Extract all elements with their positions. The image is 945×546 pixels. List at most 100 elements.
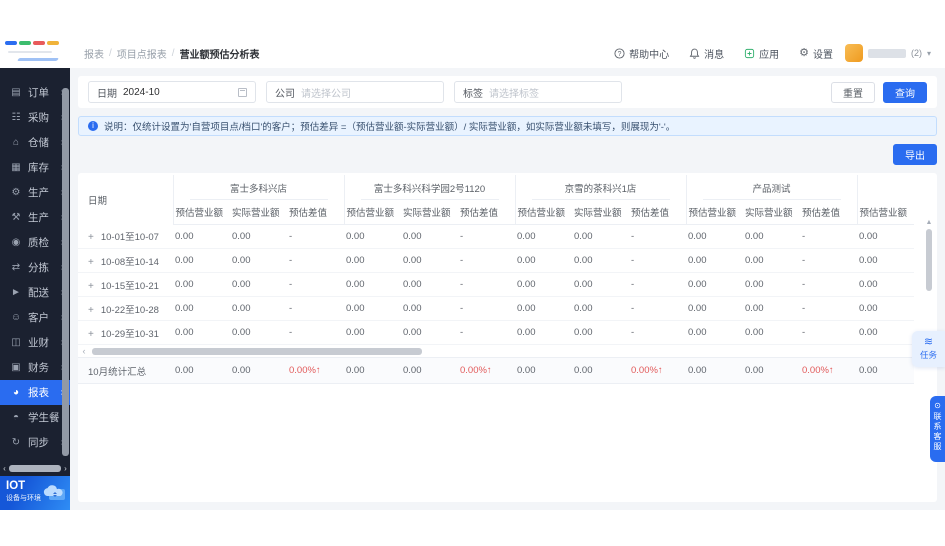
sidebar-item-procurement[interactable]: ☷采购› <box>0 105 70 130</box>
summary-cell: 0.00%↑ <box>800 357 857 384</box>
scrollbar-thumb[interactable] <box>92 347 422 355</box>
table-cell: - <box>629 248 686 273</box>
sidebar-item-label: 配送 <box>28 287 49 299</box>
company-select[interactable]: 公司 请选择公司 <box>266 81 444 103</box>
table-cell: 0.00 <box>515 320 572 345</box>
production2-icon: ⚒ <box>11 212 21 223</box>
sidebar-item-sync[interactable]: ↻同步› <box>0 430 70 455</box>
sidebar-item-inventory[interactable]: ▦库存› <box>0 155 70 180</box>
date-picker[interactable]: 日期 2024-10 <box>88 81 256 103</box>
procurement-icon: ☷ <box>11 112 21 123</box>
table-cell: 0.00 <box>401 296 458 321</box>
breadcrumb-item[interactable]: 报表 <box>84 46 104 61</box>
scrollbar-thumb[interactable] <box>926 229 932 291</box>
sidebar-item-production-1[interactable]: ⚙生产› <box>0 180 70 205</box>
table-cell: - <box>287 248 344 273</box>
sidebar-menu: ▤订单›☷采购›⌂仓储›▦库存›⚙生产›⚒生产›◉质检›⇄分拣›►配送›☺客户›… <box>0 68 70 455</box>
scroll-right-icon[interactable]: › <box>62 464 69 473</box>
apps-button[interactable]: 应用 <box>744 46 779 61</box>
breadcrumb-item[interactable]: 项目点报表 <box>117 46 167 61</box>
column-subheader: 实际营业额 <box>743 200 800 225</box>
tasks-floating-button[interactable]: ≋ 任务 <box>912 331 945 367</box>
messages-label: 消息 <box>704 49 725 61</box>
customer-service-floating-button[interactable]: ⊙ 联系客服 <box>930 396 945 462</box>
sidebar-item-warehouse[interactable]: ⌂仓储› <box>0 130 70 155</box>
row-date-cell: +10-01至10-07 <box>78 224 173 249</box>
sorting-icon: ⇄ <box>11 262 21 273</box>
settings-label: 设置 <box>812 49 833 61</box>
table-cell: 0.00 <box>857 248 914 273</box>
table-cell: - <box>287 272 344 297</box>
table-cell: - <box>800 248 857 273</box>
table-cell: 0.00 <box>230 320 287 345</box>
scroll-up-icon[interactable]: ▲ <box>926 219 933 227</box>
sidebar-item-quality[interactable]: ◉质检› <box>0 230 70 255</box>
expand-row-icon[interactable]: + <box>88 281 94 292</box>
user-name-redacted <box>867 48 906 58</box>
info-icon: i <box>88 121 98 131</box>
table-vertical-scrollbar[interactable]: ▲ ▼ <box>924 219 934 343</box>
table-card: 日期 富士多科兴店 富士多科兴科学园2号1120 京雪的茶科兴1店 产品测试 预估营业额实… <box>78 173 937 502</box>
sidebar-horizontal-scrollbar[interactable]: ‹ › <box>1 464 69 473</box>
expand-row-icon[interactable]: + <box>88 257 94 268</box>
table-cell: 0.00 <box>743 320 800 345</box>
table-row: +10-01至10-07 0.00 0.00-0.00 0.00-0.00 0.00-0… <box>78 224 914 249</box>
sidebar-item-reports[interactable]: ◕报表› <box>0 380 70 405</box>
date-label: 日期 <box>97 88 117 100</box>
sidebar-item-label: 生产 <box>28 212 49 224</box>
breadcrumb: 报表 / 项目点报表 / 营业额预估分析表 <box>84 46 260 61</box>
column-subheader: 实际营业额 <box>572 200 629 225</box>
table-cell: - <box>458 248 515 273</box>
row-date-cell: +10-08至10-14 <box>78 248 173 273</box>
sync-icon: ↻ <box>11 437 21 448</box>
table-cell: - <box>800 224 857 249</box>
sidebar-item-finance[interactable]: ▣财务› <box>0 355 70 380</box>
reset-button[interactable]: 重置 <box>831 81 875 103</box>
settings-button[interactable]: ⚙ 设置 <box>799 46 833 61</box>
expand-row-icon[interactable]: + <box>88 232 94 243</box>
table-cell: 0.00 <box>743 224 800 249</box>
table-cell: 0.00 <box>173 296 230 321</box>
column-group-header <box>856 175 914 200</box>
scroll-left-icon[interactable]: ‹ <box>1 464 8 473</box>
table-cell: - <box>458 320 515 345</box>
sidebar-item-production-2[interactable]: ⚒生产› <box>0 205 70 230</box>
customer-service-icon: ⊙ <box>934 401 941 410</box>
sidebar-item-delivery[interactable]: ►配送› <box>0 280 70 305</box>
table-cell: 0.00 <box>230 248 287 273</box>
sidebar-item-label: 客户 <box>28 312 49 324</box>
search-button[interactable]: 查询 <box>883 81 927 103</box>
expand-row-icon[interactable]: + <box>88 329 94 340</box>
user-menu[interactable]: (2) ▾ <box>844 44 931 62</box>
table-cell: - <box>800 296 857 321</box>
messages-button[interactable]: 消息 <box>689 46 724 61</box>
sidebar-vertical-scrollbar[interactable] <box>62 88 69 456</box>
summary-cell: 0.00 <box>401 357 458 384</box>
table-horizontal-scrollbar[interactable]: ‹ › <box>80 346 931 356</box>
tag-select[interactable]: 标签 请选择标签 <box>454 81 622 103</box>
scrollbar-thumb[interactable] <box>9 465 61 472</box>
sidebar-item-sorting[interactable]: ⇄分拣› <box>0 255 70 280</box>
table-cell: - <box>800 272 857 297</box>
sidebar-item-student-meal[interactable]: ◓ 学生餐 <box>0 405 70 430</box>
help-center-label: 帮助中心 <box>629 49 670 61</box>
help-center-button[interactable]: ? 帮助中心 <box>614 46 669 61</box>
table-cell: - <box>287 224 344 249</box>
table-cell: 0.00 <box>857 272 914 297</box>
page-title: 营业额预估分析表 <box>179 49 260 61</box>
export-button[interactable]: 导出 <box>893 144 937 165</box>
student-meal-icon: ◓ <box>12 412 20 423</box>
iot-banner[interactable]: IOT 设备与环境 <box>0 476 70 510</box>
table-cell: 0.00 <box>344 296 401 321</box>
expand-row-icon[interactable]: + <box>88 305 94 316</box>
scroll-left-icon[interactable]: ‹ <box>80 346 88 356</box>
table-cell: 0.00 <box>401 224 458 249</box>
sidebar-item-customers[interactable]: ☺客户› <box>0 305 70 330</box>
table-cell: 0.00 <box>344 272 401 297</box>
notice-text: 说明：仅统计设置为'自营项目点/档口'的客户；预估差异 =（预估营业额-实际营业… <box>104 122 676 133</box>
sidebar-item-label: 质检 <box>28 237 49 249</box>
biz-finance-icon: ◫ <box>11 337 21 348</box>
sidebar-item-orders[interactable]: ▤订单› <box>0 80 70 105</box>
table-cell: 0.00 <box>743 248 800 273</box>
sidebar-item-biz-finance[interactable]: ◫业财› <box>0 330 70 355</box>
